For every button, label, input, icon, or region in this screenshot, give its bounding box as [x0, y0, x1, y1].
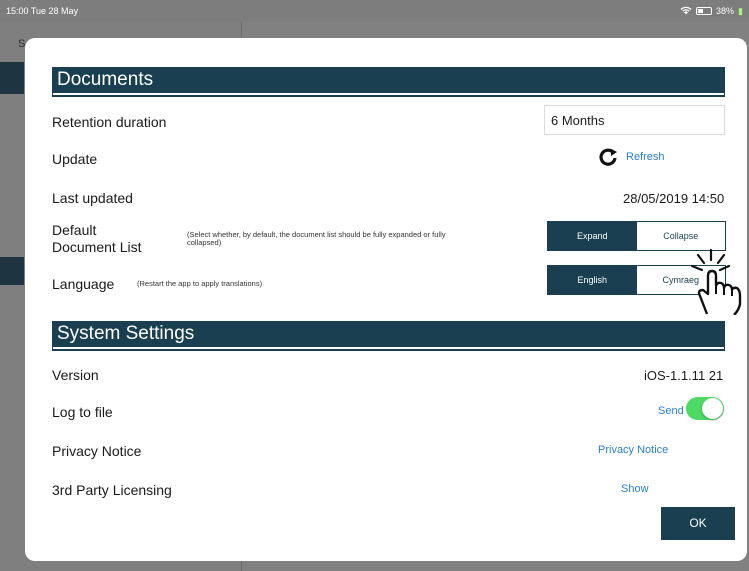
default-list-label-line1: Default [52, 222, 97, 238]
update-label: Update [52, 151, 98, 167]
battery-percent: 38% [716, 6, 735, 16]
status-date: Tue 28 May [30, 6, 79, 16]
system-settings-header: System Settings [52, 321, 725, 347]
wifi-icon [680, 6, 692, 17]
privacy-notice-link[interactable]: Privacy Notice [598, 444, 668, 456]
log-to-file-label: Log to file [52, 404, 113, 420]
status-time-date: 15:00 Tue 28 May [6, 6, 78, 16]
refresh-label: Refresh [626, 151, 665, 163]
default-list-label-line2: Document List [52, 239, 142, 255]
settings-modal: Documents Retention duration 6 Months Up… [25, 38, 747, 561]
version-value: iOS-1.1.11 21 [644, 368, 724, 383]
language-hint: (Restart the app to apply translations) [137, 279, 263, 288]
last-updated-value: 28/05/2019 14:50 [623, 191, 725, 206]
retention-select[interactable]: 6 Months [544, 105, 725, 135]
background-sidebar-block [0, 62, 24, 94]
send-log-link[interactable]: Send [658, 405, 684, 417]
expand-option[interactable]: Expand [548, 222, 637, 250]
refresh-icon [598, 147, 618, 167]
privacy-notice-label: Privacy Notice [52, 443, 142, 459]
background-sidebar-block [0, 257, 24, 285]
retention-label: Retention duration [52, 114, 167, 130]
refresh-button[interactable]: Refresh [598, 147, 665, 167]
default-list-label: Default Document List [52, 222, 141, 256]
status-bar: 15:00 Tue 28 May 38% ▮ [0, 0, 749, 22]
pointer-hand-icon [674, 230, 749, 316]
battery-icon [696, 7, 713, 15]
licensing-label: 3rd Party Licensing [52, 482, 172, 498]
last-updated-label: Last updated [52, 190, 133, 206]
status-right: 38% ▮ [680, 6, 743, 17]
charging-icon: ▮ [738, 5, 743, 16]
log-to-file-toggle[interactable] [686, 397, 724, 420]
ok-button[interactable]: OK [661, 507, 735, 540]
status-time: 15:00 [6, 6, 29, 16]
default-list-hint: (Select whether, by default, the documen… [187, 230, 446, 247]
licensing-show-link[interactable]: Show [621, 483, 649, 495]
version-label: Version [52, 367, 99, 383]
documents-header: Documents [52, 67, 725, 93]
language-label: Language [52, 276, 115, 292]
english-option[interactable]: English [548, 266, 637, 294]
